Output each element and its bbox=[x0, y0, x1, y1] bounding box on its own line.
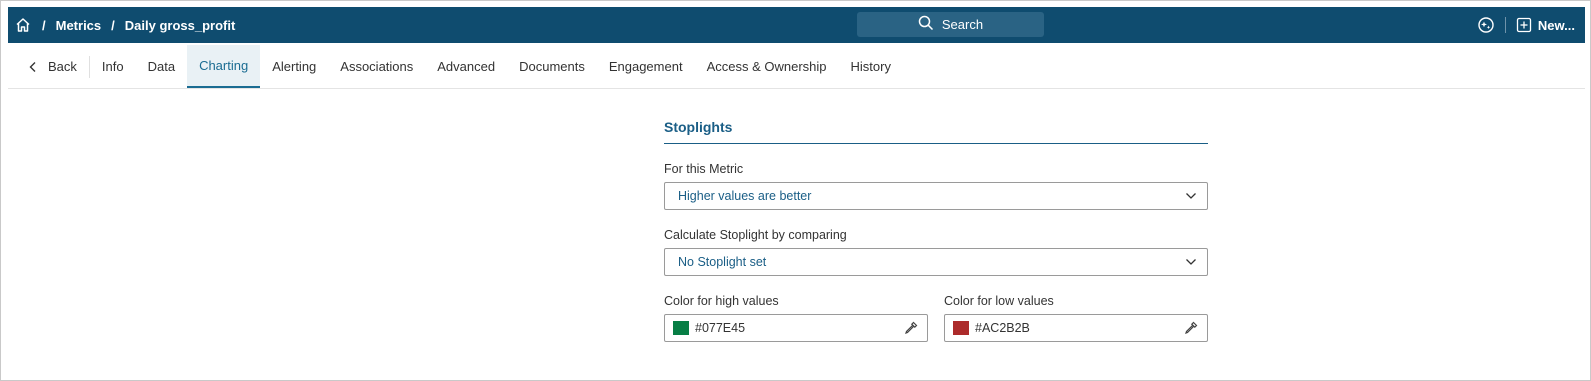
tab-charting[interactable]: Charting bbox=[187, 45, 261, 88]
breadcrumb-current: Daily gross_profit bbox=[124, 17, 236, 33]
stoplights-panel: Stoplights For this Metric Higher values… bbox=[664, 119, 1208, 342]
low-color-label: Color for low values bbox=[944, 294, 1054, 308]
high-color-field: Color for high values #077E45 bbox=[664, 276, 928, 342]
stoplight-compare-label: Calculate Stoplight by comparing bbox=[664, 228, 847, 242]
back-label: Back bbox=[48, 59, 77, 74]
back-button[interactable]: Back bbox=[22, 45, 89, 88]
breadcrumb-separator: / bbox=[111, 17, 115, 33]
tab-alerting[interactable]: Alerting bbox=[260, 45, 328, 88]
eyedropper-icon[interactable] bbox=[1183, 320, 1199, 336]
high-color-swatch[interactable] bbox=[673, 321, 689, 335]
metric-direction-label: For this Metric bbox=[664, 162, 744, 176]
header-divider bbox=[1504, 17, 1506, 33]
high-color-value: #077E45 bbox=[695, 321, 746, 335]
breadcrumb-separator: / bbox=[42, 17, 46, 33]
eyedropper-icon[interactable] bbox=[903, 320, 919, 336]
breadcrumb: / Metrics / Daily gross_profit bbox=[8, 16, 235, 34]
search-label: Search bbox=[941, 17, 984, 32]
stoplight-compare-value: No Stoplight set bbox=[678, 255, 767, 269]
chevron-left-icon bbox=[28, 61, 38, 73]
tab-info[interactable]: Info bbox=[90, 45, 136, 88]
breadcrumb-metrics[interactable]: Metrics bbox=[56, 18, 102, 33]
tab-access-ownership[interactable]: Access & Ownership bbox=[695, 45, 839, 88]
ai-assistant-icon[interactable] bbox=[1477, 16, 1495, 34]
low-color-swatch[interactable] bbox=[953, 321, 969, 335]
tab-documents[interactable]: Documents bbox=[507, 45, 597, 88]
search-icon bbox=[918, 15, 934, 34]
plus-square-icon bbox=[1516, 17, 1532, 33]
tab-advanced[interactable]: Advanced bbox=[425, 45, 507, 88]
new-button[interactable]: New... bbox=[1516, 17, 1575, 33]
top-bar: / Metrics / Daily gross_profit Search Ne… bbox=[8, 7, 1585, 43]
stoplight-compare-select[interactable]: No Stoplight set bbox=[664, 248, 1208, 276]
low-color-input[interactable]: #AC2B2B bbox=[944, 314, 1208, 342]
home-icon[interactable] bbox=[14, 16, 32, 34]
search-button[interactable]: Search bbox=[857, 12, 1044, 37]
metric-direction-select[interactable]: Higher values are better bbox=[664, 182, 1208, 210]
low-color-value: #AC2B2B bbox=[975, 321, 1030, 335]
tab-associations[interactable]: Associations bbox=[328, 45, 425, 88]
low-color-field: Color for low values #AC2B2B bbox=[944, 276, 1208, 342]
section-title: Stoplights bbox=[664, 119, 1208, 144]
metric-direction-value: Higher values are better bbox=[678, 189, 812, 203]
tab-history[interactable]: History bbox=[839, 45, 903, 88]
new-button-label: New... bbox=[1537, 17, 1575, 33]
high-color-label: Color for high values bbox=[664, 294, 779, 308]
tab-engagement[interactable]: Engagement bbox=[597, 45, 695, 88]
chevron-down-icon bbox=[1185, 192, 1197, 200]
high-color-input[interactable]: #077E45 bbox=[664, 314, 928, 342]
header-actions: New... bbox=[1477, 7, 1575, 43]
tab-data[interactable]: Data bbox=[136, 45, 187, 88]
chevron-down-icon bbox=[1185, 258, 1197, 266]
tab-bar: Back Info Data Charting Alerting Associa… bbox=[8, 45, 1585, 89]
color-fields-row: Color for high values #077E45 Color for … bbox=[664, 276, 1208, 342]
app-frame: / Metrics / Daily gross_profit Search Ne… bbox=[0, 0, 1591, 381]
